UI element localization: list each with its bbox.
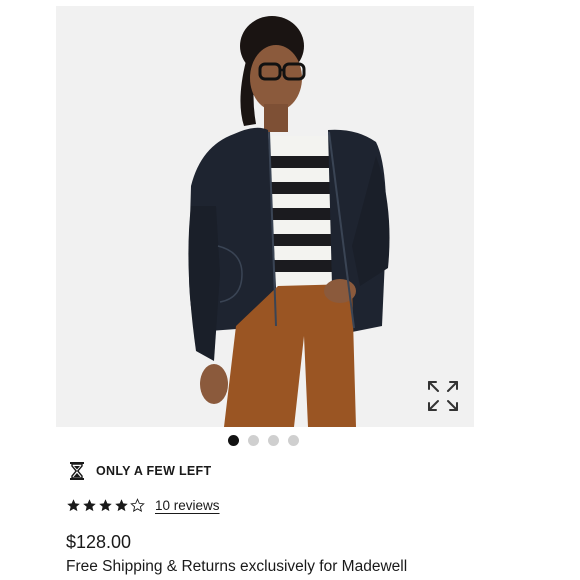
star-filled-icon [67,498,80,511]
expand-arrows-icon [428,381,458,411]
product-rating: 10 reviews [66,494,220,516]
stock-status: ONLY A FEW LEFT [70,460,211,482]
carousel-dot-2[interactable] [248,435,259,446]
reviews-link[interactable]: 10 reviews [155,498,220,513]
star-empty-icon [130,497,145,512]
product-price: $128.00 [66,532,132,552]
product-image[interactable] [56,6,474,427]
carousel-dot-3[interactable] [268,435,279,446]
image-carousel-dots [228,435,299,446]
carousel-dot-4[interactable] [288,435,299,446]
star-rating [66,497,145,513]
star-filled-icon [115,498,128,511]
expand-image-button[interactable] [425,378,461,414]
star-filled-icon [83,498,96,511]
star-filled-icon [99,498,112,511]
product-photo [56,6,474,427]
stock-label: ONLY A FEW LEFT [96,464,212,478]
shipping-note: Free Shipping & Returns exclusively for … [66,558,408,575]
carousel-dot-1[interactable] [228,435,239,446]
hourglass-icon [70,462,84,480]
